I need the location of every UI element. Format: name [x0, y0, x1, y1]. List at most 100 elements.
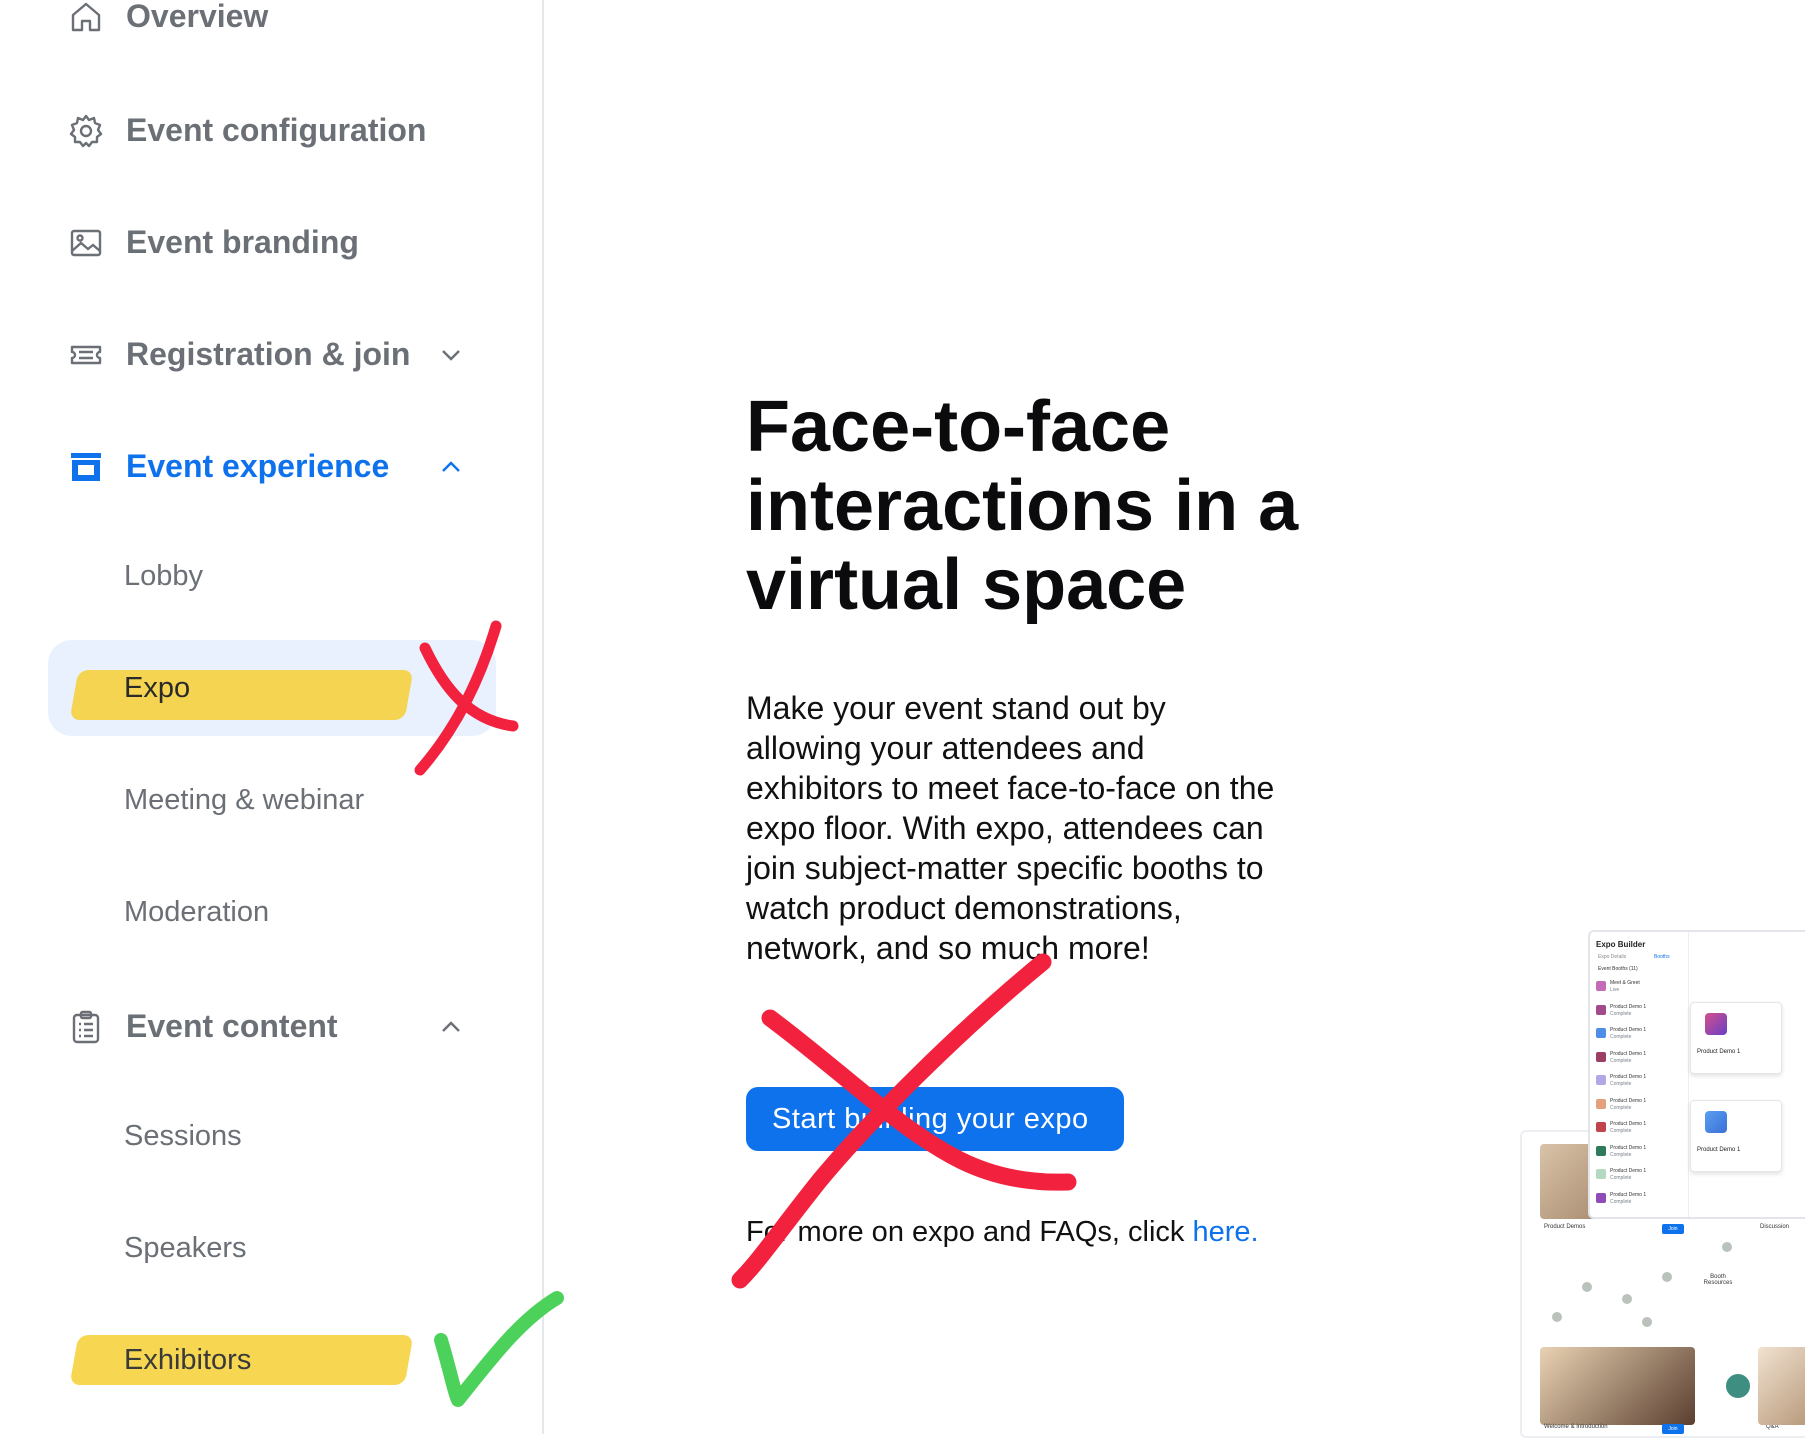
faq-prefix: For more on expo and FAQs, click — [746, 1216, 1193, 1248]
sidebar-item-event-content[interactable]: Event content — [68, 1008, 460, 1045]
attendee-dot — [1662, 1272, 1672, 1282]
sidebar-subitem-meeting-webinar[interactable]: Meeting & webinar — [124, 784, 364, 817]
booth-row-status: Complete — [1610, 1034, 1632, 1040]
booth-swatch — [1596, 1192, 1606, 1203]
expo-builder-title: Expo Builder — [1596, 940, 1646, 949]
booth-swatch — [1596, 1098, 1606, 1109]
gear-icon — [68, 113, 104, 149]
booth-swatch — [1596, 1004, 1606, 1015]
sidebar-subitem-sessions[interactable]: Sessions — [124, 1120, 242, 1153]
sidebar-item-label: Registration & join — [126, 336, 411, 372]
booth-card[interactable]: Product Demo 1 — [1690, 1100, 1782, 1172]
page-description: Make your event stand out by allowing yo… — [746, 690, 1275, 966]
booth-row-label: Product Demo 1 — [1610, 1097, 1647, 1104]
booth-card[interactable]: Product Demo 1 — [1690, 1002, 1782, 1074]
booth-row-status: Complete — [1610, 1081, 1632, 1087]
booth-row-status: Complete — [1610, 1151, 1632, 1158]
booth-row[interactable]: Product Demo 1 Complete — [1596, 1166, 1682, 1184]
speaker-photo — [1540, 1347, 1695, 1425]
tab-booths[interactable]: Booths — [1654, 954, 1670, 960]
booth-row-label: Product Demo 1 — [1610, 1003, 1647, 1010]
join-button[interactable]: Join — [1662, 1424, 1684, 1434]
sidebar-subitem-exhibitors[interactable]: Exhibitors — [124, 1344, 251, 1377]
booth-thumbnail — [1705, 1111, 1727, 1133]
booth-swatch — [1596, 1051, 1606, 1062]
attendee-dot — [1642, 1317, 1652, 1327]
clipboard-icon — [68, 1009, 104, 1045]
booth-row-status: Complete — [1610, 1057, 1632, 1064]
page-title: Face-to-face interactions in a virtual s… — [746, 387, 1299, 625]
avatar — [1724, 1372, 1752, 1400]
booth-row[interactable]: Meet & Greet Live — [1596, 978, 1682, 996]
booth-row-label: Product Demo 1 — [1610, 1121, 1647, 1127]
booth-row-label: Product Demo 1 — [1610, 1191, 1647, 1198]
attendee-dot — [1582, 1282, 1592, 1292]
booth-row[interactable]: Product Demo 1 Complete — [1596, 1096, 1682, 1114]
sidebar-item-label: Event experience — [126, 448, 390, 484]
sidebar-item-label: Event branding — [126, 224, 359, 260]
booth-list: Expo Builder Expo Details Booths Event B… — [1590, 932, 1689, 1217]
booth-row-label: Product Demo 1 — [1610, 1168, 1647, 1174]
sidebar-item-event-experience[interactable]: Event experience — [68, 448, 460, 485]
sidebar-item-event-configuration[interactable]: Event configuration — [68, 112, 426, 149]
sidebar-item-overview[interactable]: Overview — [68, 0, 268, 35]
booth-row[interactable]: Product Demo 1 Complete — [1596, 1119, 1682, 1137]
booth-swatch — [1596, 1122, 1606, 1132]
booth-row-label: Product Demo 1 — [1610, 1050, 1647, 1057]
attendee-dot — [1722, 1242, 1732, 1252]
booth-swatch — [1596, 1028, 1606, 1038]
tab-expo-details[interactable]: Expo Details — [1598, 954, 1626, 960]
booth-swatch — [1596, 1169, 1606, 1179]
faq-text: For more on expo and FAQs, click here. — [746, 1216, 1259, 1249]
attendee-dot — [1552, 1312, 1562, 1322]
home-icon — [68, 0, 104, 35]
booth-row-label: Meet & Greet — [1610, 980, 1640, 986]
booth-row-status: Complete — [1610, 1010, 1632, 1017]
chevron-down-icon[interactable] — [438, 342, 464, 368]
booth-photo — [1758, 1347, 1805, 1425]
booth-row[interactable]: Product Demo 1 Complete — [1596, 1143, 1682, 1161]
booth-swatch — [1596, 981, 1606, 991]
booth-row[interactable]: Product Demo 1 Complete — [1596, 1190, 1682, 1208]
booth-row-status: Complete — [1610, 1128, 1632, 1134]
chevron-up-icon[interactable] — [438, 454, 464, 480]
booth-resources-label: Booth Resources — [1703, 1274, 1733, 1286]
sidebar-item-label: Overview — [126, 0, 269, 34]
booth-card-label: Product Demo 1 — [1697, 1147, 1741, 1153]
ticket-icon — [68, 337, 104, 373]
booth-row[interactable]: Product Demo 1 Complete — [1596, 1002, 1682, 1020]
booth-row-status: Complete — [1610, 1198, 1632, 1205]
booth-swatch — [1596, 1075, 1606, 1085]
booth-thumbnail — [1705, 1013, 1727, 1035]
storefront-icon — [68, 449, 104, 485]
booth-row-label: Product Demo 1 — [1610, 1144, 1647, 1151]
welcome-label: Welcome & Introduction — [1544, 1424, 1608, 1430]
attendee-dot — [1622, 1294, 1632, 1304]
sidebar-item-event-branding[interactable]: Event branding — [68, 224, 359, 261]
booth-row[interactable]: Product Demo 1 Complete — [1596, 1072, 1682, 1090]
sidebar-subitem-speakers[interactable]: Speakers — [124, 1232, 247, 1265]
sidebar-subitem-moderation[interactable]: Moderation — [124, 896, 269, 929]
booth-card-label: Product Demo 1 — [1697, 1049, 1741, 1055]
booth-swatch — [1596, 1145, 1606, 1156]
booth-row-label: Product Demo 1 — [1610, 1027, 1647, 1033]
expo-builder-panel: Expo Builder Expo Details Booths Event B… — [1588, 930, 1805, 1219]
join-button[interactable]: Join — [1662, 1224, 1684, 1234]
booth-row[interactable]: Product Demo 1 Complete — [1596, 1049, 1682, 1067]
faq-link[interactable]: here. — [1192, 1216, 1258, 1248]
booth-row-status: Complete — [1610, 1175, 1632, 1181]
sidebar-item-registration-join[interactable]: Registration & join — [68, 336, 460, 373]
sidebar-subitem-lobby[interactable]: Lobby — [124, 560, 203, 593]
booth-list-header: Event Booths (11) — [1598, 966, 1638, 972]
image-icon — [68, 225, 104, 261]
sidebar-subitem-expo[interactable]: Expo — [124, 672, 190, 705]
booth-row[interactable]: Product Demo 1 Complete — [1596, 1025, 1682, 1043]
chevron-up-icon[interactable] — [438, 1014, 464, 1040]
start-building-expo-button[interactable]: Start building your expo — [746, 1087, 1124, 1151]
sidebar: Overview Event configuration Event brand… — [0, 0, 544, 1434]
booth-row-label: Product Demo 1 — [1610, 1074, 1647, 1080]
sidebar-item-label: Event configuration — [126, 112, 427, 148]
expo-preview-illustration: Product Demos Join Discussion Booth Reso… — [1520, 930, 1805, 1438]
yellow-highlight-mark — [69, 670, 414, 720]
booth-row-status: Live — [1610, 987, 1620, 993]
